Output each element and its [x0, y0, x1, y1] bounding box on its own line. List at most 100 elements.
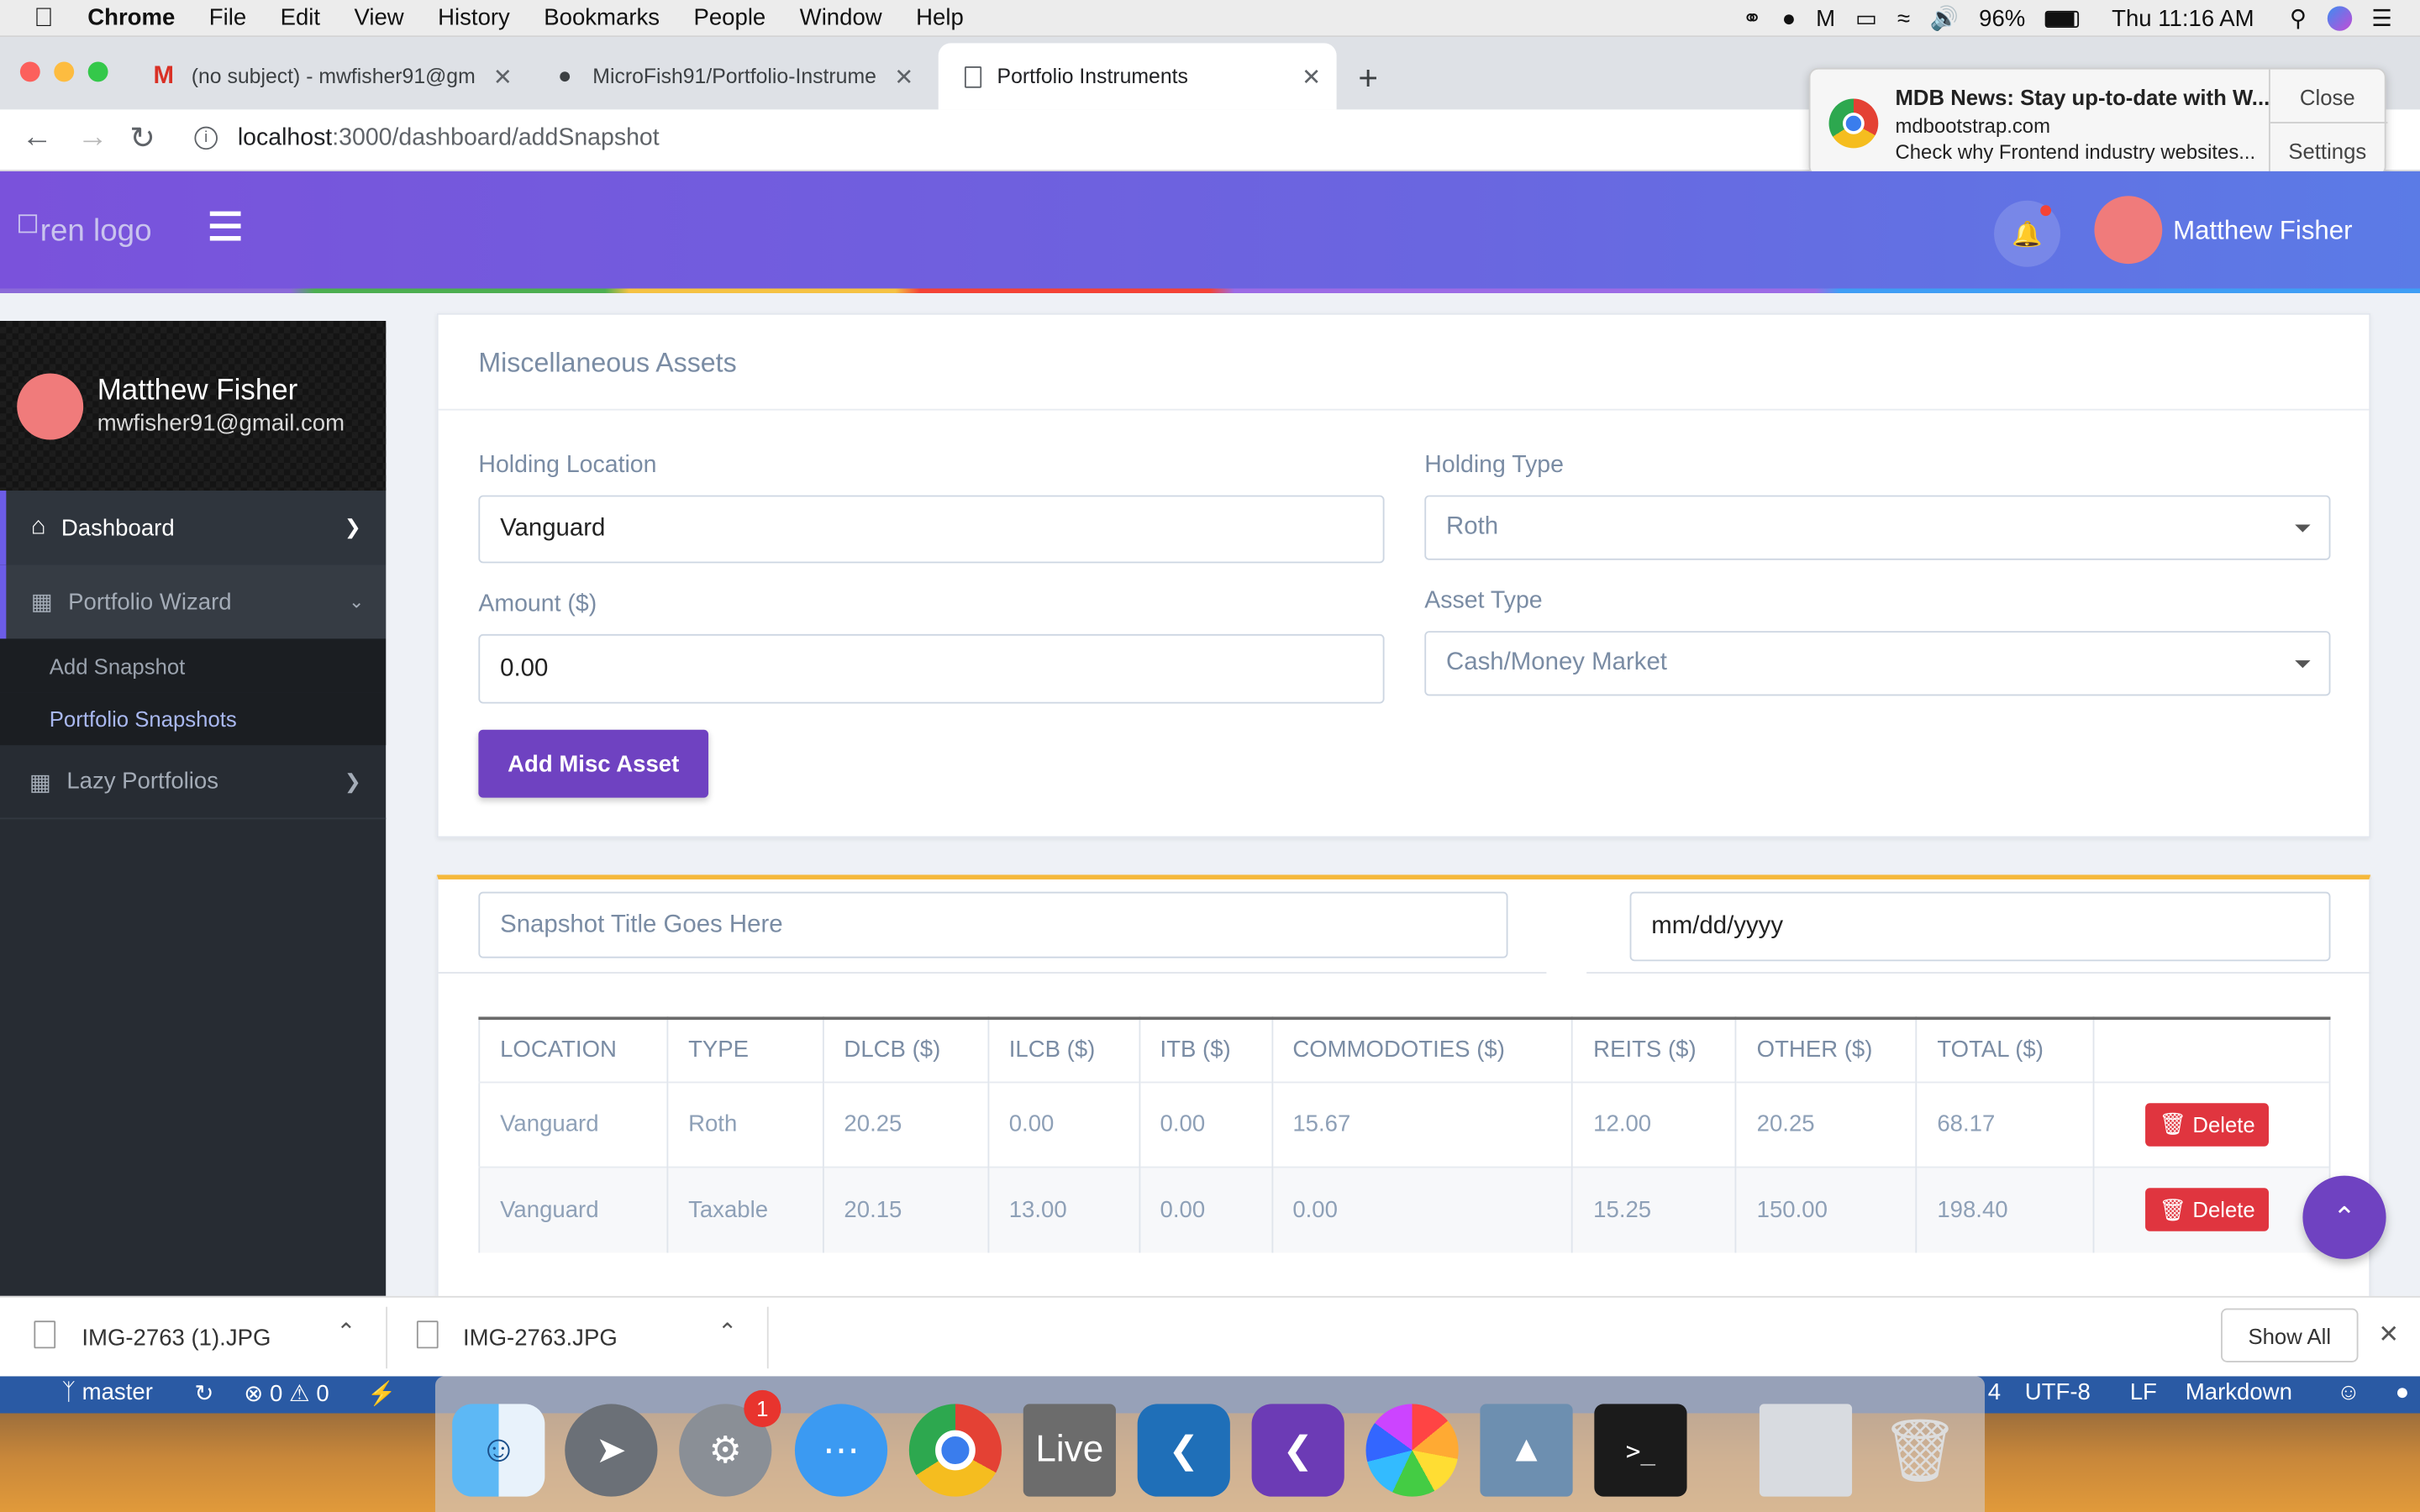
reload-icon[interactable]: ↻ [129, 118, 155, 157]
color-wheel-icon[interactable] [1365, 1404, 1459, 1497]
avatar[interactable] [17, 373, 84, 440]
menu-help[interactable]: Help [916, 5, 964, 31]
menu-view[interactable]: View [354, 5, 403, 31]
messages-icon[interactable]: ⋯ [794, 1404, 888, 1497]
visual-studio-icon[interactable]: ❮ [1251, 1404, 1344, 1497]
chevron-up-icon[interactable]: ⌃ [718, 1318, 737, 1345]
back-icon[interactable]: ← [22, 120, 53, 155]
live-server-icon[interactable]: Live [1023, 1404, 1116, 1497]
branch-status[interactable]: ᛉ master [61, 1379, 152, 1405]
holding-type-select[interactable]: Roth [1424, 495, 2331, 560]
notification-center-icon[interactable]: ☰ [2371, 5, 2392, 32]
menu-window[interactable]: Window [800, 5, 882, 31]
tab-portfolio-instruments[interactable]: Portfolio Instruments ✕ [938, 43, 1337, 110]
language-status[interactable]: Markdown [2186, 1379, 2292, 1405]
wifi-icon[interactable]: ≈ [1897, 5, 1910, 31]
menubar-clock[interactable]: Thu 11:16 AM [2112, 5, 2254, 31]
close-icon[interactable]: ✕ [2378, 1319, 2399, 1350]
cell-ilcb: 13.00 [987, 1165, 1140, 1253]
menu-app-name[interactable]: Chrome [87, 5, 175, 31]
trash-icon[interactable]: 🗑 [1874, 1404, 1966, 1496]
airplay-icon[interactable]: ▭ [1855, 5, 1877, 32]
amount-input[interactable]: 0.00 [478, 633, 1385, 704]
apple-icon[interactable]:  [34, 3, 53, 34]
url-field[interactable]: localhost:3000/dashboard/addSnapshot [238, 125, 660, 153]
holding-location-input[interactable]: Vanguard [478, 495, 1385, 564]
battery-icon[interactable] [2045, 9, 2080, 28]
notification-close-button[interactable]: Close [2270, 85, 2385, 109]
zoom-window-button[interactable] [87, 61, 108, 82]
preview-icon[interactable]: ▲ [1480, 1404, 1573, 1497]
divider [438, 408, 2370, 411]
sidebar-profile: Matthew Fisher mwfisher91@gmail.com [0, 321, 387, 491]
new-tab-button[interactable]: + [1358, 59, 1378, 99]
menu-history[interactable]: History [438, 5, 510, 31]
launchpad-icon[interactable]: ➤ [565, 1404, 658, 1497]
close-icon[interactable]: ✕ [493, 62, 513, 90]
column-status[interactable]: 4 [1988, 1379, 2001, 1405]
avatar[interactable] [2094, 196, 2163, 265]
menu-edit[interactable]: Edit [281, 5, 320, 31]
notifications-bell-icon[interactable]: 🔔 [1994, 200, 2061, 267]
delete-button[interactable]: 🗑 Delete [2145, 1188, 2270, 1232]
sync-icon[interactable]: ↻ [194, 1379, 213, 1407]
terminal-icon[interactable]: >_ [1594, 1404, 1687, 1497]
column-header: LOCATION [479, 1018, 669, 1082]
chrome-icon[interactable] [908, 1404, 1002, 1497]
elephant-icon[interactable]: ● [1782, 5, 1797, 31]
close-icon[interactable]: ✕ [1302, 62, 1321, 90]
asset-type-select[interactable]: Cash/Money Market [1424, 631, 2331, 696]
chrome-notification[interactable]: MDB News: Stay up-to-date with W... mdbo… [1808, 67, 2388, 176]
sidebar-item-label: Dashboard [60, 514, 175, 541]
info-icon[interactable]: i [194, 126, 218, 150]
forward-icon[interactable]: → [77, 120, 108, 155]
encoding-status[interactable]: UTF-8 [2025, 1379, 2091, 1405]
tab-github[interactable]: ● MicroFish91/Portfolio-Instrume ✕ [544, 43, 929, 109]
show-all-button[interactable]: Show All [2221, 1308, 2359, 1362]
smiley-icon[interactable]: ☺ [2337, 1379, 2360, 1405]
column-header: TOTAL ($) [1916, 1018, 2095, 1082]
document-stack-icon[interactable] [1759, 1404, 1853, 1497]
download-item[interactable]: IMG-2763.JPG ⌃ [387, 1298, 767, 1377]
cell-type: Taxable [667, 1165, 824, 1253]
minimize-window-button[interactable] [54, 61, 75, 82]
sidebar-item-portfolio-wizard[interactable]: ▦ Portfolio Wizard ⌄ [0, 564, 387, 639]
menu-file[interactable]: File [209, 5, 246, 31]
eol-status[interactable]: LF [2130, 1379, 2157, 1405]
creative-cloud-icon[interactable]: ⚭ [1743, 5, 1762, 32]
spotlight-icon[interactable]: ⚲ [2290, 5, 2307, 32]
add-misc-asset-button[interactable]: Add Misc Asset [478, 729, 709, 798]
lightning-icon[interactable]: ⚡ [367, 1379, 396, 1407]
bell-icon[interactable]: ● [2396, 1379, 2410, 1405]
hamburger-menu-icon[interactable] [209, 211, 241, 243]
asset-type-label: Asset Type [1424, 587, 1543, 615]
tab-gmail[interactable]: M (no subject) - mwfisher91@gm ✕ [142, 43, 528, 109]
chevron-right-icon: ❯ [344, 515, 361, 539]
close-icon[interactable]: ✕ [894, 62, 913, 90]
column-header: REITS ($) [1572, 1018, 1737, 1082]
menu-people[interactable]: People [693, 5, 765, 31]
download-item[interactable]: IMG-2763 (1).JPG ⌃ [0, 1298, 386, 1377]
siri-icon[interactable] [2326, 6, 2352, 31]
finder-icon[interactable]: ☺ [452, 1404, 545, 1497]
volume-icon[interactable]: 🔊 [1930, 5, 1959, 32]
close-window-button[interactable] [19, 61, 40, 82]
sidebar-item-lazy-portfolios[interactable]: ▦ Lazy Portfolios ❯ [0, 745, 387, 820]
notification-settings-button[interactable]: Settings [2270, 139, 2385, 163]
cell-reits: 15.25 [1572, 1165, 1737, 1253]
scroll-to-top-button[interactable]: ⌃ [2302, 1175, 2386, 1259]
chevron-up-icon[interactable]: ⌃ [336, 1318, 355, 1345]
vscode-icon[interactable]: ❮ [1137, 1404, 1230, 1497]
sidebar-item-portfolio-snapshots[interactable]: Portfolio Snapshots [0, 692, 387, 746]
logo[interactable]: ren logo [18, 214, 152, 249]
problems-status[interactable]: ⊗ 0 ⚠ 0 [244, 1379, 329, 1407]
delete-button[interactable]: 🗑 Delete [2145, 1102, 2270, 1146]
sidebar-item-dashboard[interactable]: ⌂ Dashboard ❯ [0, 491, 387, 565]
menu-bookmarks[interactable]: Bookmarks [544, 5, 660, 31]
snapshot-title-input[interactable]: Snapshot Title Goes Here [478, 891, 1508, 958]
file-icon [416, 1320, 439, 1349]
malwarebytes-icon[interactable]: M [1816, 5, 1835, 31]
header-user-name[interactable]: Matthew Fisher [2173, 216, 2352, 247]
sidebar-item-add-snapshot[interactable]: Add Snapshot [0, 638, 387, 693]
snapshot-date-input[interactable]: mm/dd/yyyy [1629, 891, 2331, 962]
